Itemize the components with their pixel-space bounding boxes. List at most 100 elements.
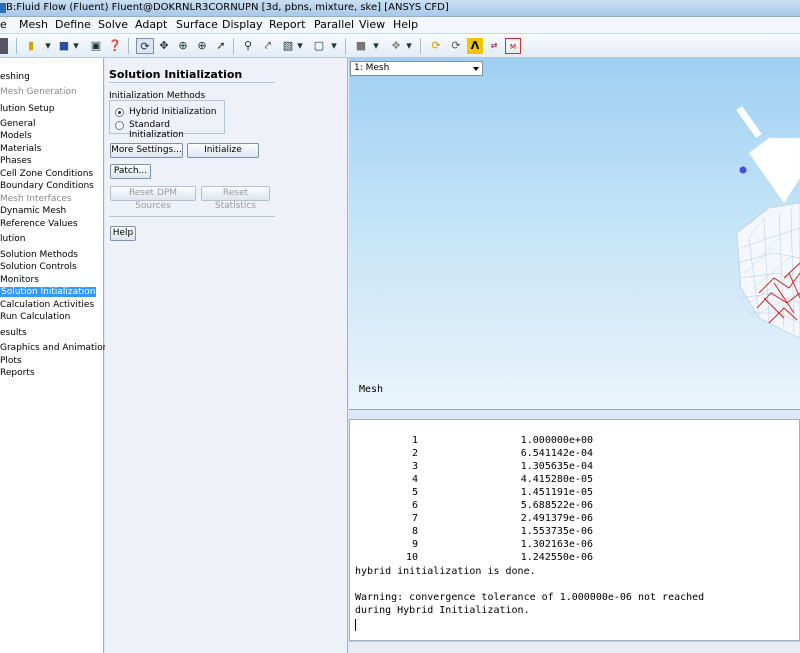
patch-button[interactable]: Patch...: [110, 164, 151, 179]
window-select[interactable]: 1: Mesh: [350, 61, 483, 76]
iteration-number: 1: [411, 435, 418, 446]
tree-item-monitors[interactable]: Monitors: [0, 275, 39, 285]
residual-value: 1.553735e-06: [520, 526, 593, 537]
table-row: 8 1.553735e-06: [350, 525, 593, 538]
help-button[interactable]: Help: [110, 226, 136, 241]
reset-statistics-button[interactable]: Reset Statistics: [201, 186, 270, 211]
dropdown-icon[interactable]: ▾: [297, 38, 303, 54]
reset-dpm-sources-button[interactable]: Reset DPM Sources: [110, 186, 196, 211]
menu-surface[interactable]: Surface: [176, 18, 218, 31]
menu-display[interactable]: Display: [222, 18, 263, 31]
menu-view[interactable]: View: [359, 18, 385, 31]
view-icon[interactable]: ▧: [280, 38, 296, 54]
tree-item-materials[interactable]: Materials: [0, 144, 41, 154]
tree-item-meshing[interactable]: eshing: [0, 72, 30, 82]
tree-item-solution-setup[interactable]: lution Setup: [0, 104, 55, 114]
graphics-window[interactable]: 1: Mesh Mesh: [349, 58, 800, 410]
dropdown-icon[interactable]: ▾: [373, 38, 379, 54]
menu-file[interactable]: e: [0, 18, 7, 31]
menu-mesh[interactable]: Mesh: [19, 18, 48, 31]
refresh-icon[interactable]: ⟳: [428, 38, 444, 54]
probe-icon[interactable]: ➚: [213, 38, 229, 54]
tree-item-graphics-and-animations[interactable]: Graphics and Animations: [0, 343, 113, 353]
tree-item-mesh-generation[interactable]: Mesh Generation: [0, 87, 77, 97]
iteration-number: 9: [411, 539, 418, 550]
console[interactable]: 1 1.000000e+00 2 6.541142e-04 3 1.305635e-0…: [349, 419, 800, 641]
horizontal-scrollbar[interactable]: [349, 641, 800, 653]
dropdown-icon[interactable]: ▾: [45, 38, 51, 54]
tree-item-solution-initialization[interactable]: Solution Initialization: [0, 287, 97, 297]
menu-adapt[interactable]: Adapt: [135, 18, 167, 31]
axes-icon[interactable]: ⤤: [260, 38, 276, 54]
help-icon[interactable]: ❓: [108, 38, 122, 54]
tree-item-plots[interactable]: Plots: [0, 356, 22, 366]
initialize-button[interactable]: Initialize: [187, 143, 259, 158]
tree-item-solution-controls[interactable]: Solution Controls: [0, 262, 77, 272]
new-icon[interactable]: [0, 38, 8, 54]
tree-item-phases[interactable]: Phases: [0, 156, 32, 166]
tree-item-models[interactable]: Models: [0, 131, 32, 141]
save-icon[interactable]: ■: [57, 38, 71, 54]
table-row: 1 1.000000e+00: [350, 434, 593, 447]
color-map-icon[interactable]: M: [505, 38, 521, 54]
tree-item-solution[interactable]: lution: [0, 234, 25, 244]
zoom-in-icon[interactable]: ⊕: [175, 38, 191, 54]
tree-item-mesh-interfaces[interactable]: Mesh Interfaces: [0, 194, 72, 204]
window-icon[interactable]: ▢: [312, 38, 326, 54]
menu-bar: e Mesh Define Solve Adapt Surface Displa…: [0, 17, 800, 34]
tree-item-dynamic-mesh[interactable]: Dynamic Mesh: [0, 206, 66, 216]
tree-item-boundary-conditions[interactable]: Boundary Conditions: [0, 181, 94, 191]
rotate-icon[interactable]: ⟳: [136, 38, 154, 54]
tree-item-cell-zone-conditions[interactable]: Cell Zone Conditions: [0, 169, 93, 179]
table-row: 4 4.415280e-05: [350, 473, 593, 486]
menu-report[interactable]: Report: [269, 18, 305, 31]
hybrid-radio[interactable]: [115, 108, 124, 117]
hybrid-label: Hybrid Initialization: [129, 107, 217, 117]
done-message: hybrid initialization is done.: [355, 566, 536, 577]
iteration-number: 3: [411, 461, 418, 472]
colormap-icon[interactable]: ⇄: [486, 38, 502, 54]
text-cursor: [355, 619, 356, 631]
dropdown-icon[interactable]: ▾: [406, 38, 412, 54]
menu-parallel[interactable]: Parallel: [314, 18, 354, 31]
tree-item-solution-methods[interactable]: Solution Methods: [0, 250, 78, 260]
title-bar: B:Fluid Flow (Fluent) Fluent@DOKRNLR3COR…: [0, 0, 800, 17]
window-select-value: 1: Mesh: [354, 63, 390, 73]
table-row: 2 6.541142e-04: [350, 447, 593, 460]
iteration-number: 4: [411, 474, 418, 485]
residual-table: 1 1.000000e+00 2 6.541142e-04 3 1.305635e-0…: [350, 434, 593, 564]
tree-item-calculation-activities[interactable]: Calculation Activities: [0, 300, 94, 310]
zoom-fit-icon[interactable]: ⊕: [194, 38, 210, 54]
tree-item-run-calculation[interactable]: Run Calculation: [0, 312, 70, 322]
table-row: 6 5.688522e-06: [350, 499, 593, 512]
panel-title: Solution Initialization: [109, 68, 243, 81]
tree-item-results[interactable]: esults: [0, 328, 27, 338]
dropdown-icon[interactable]: ▾: [331, 38, 337, 54]
tree-item-reference-values[interactable]: Reference Values: [0, 219, 78, 229]
display-icon[interactable]: ■: [353, 38, 369, 54]
table-row: 10 1.242550e-06: [350, 551, 593, 564]
title-divider: [109, 82, 275, 83]
table-row: 7 2.491379e-06: [350, 512, 593, 525]
residual-value: 2.491379e-06: [520, 513, 593, 524]
iteration-number: 10: [405, 552, 418, 563]
menu-solve[interactable]: Solve: [98, 18, 128, 31]
print-icon[interactable]: ▣: [88, 38, 104, 54]
residual-value: 1.000000e+00: [520, 435, 593, 446]
more-settings-button[interactable]: More Settings...: [110, 143, 183, 158]
open-icon[interactable]: ▮: [22, 38, 40, 54]
task-panel: Solution Initialization Initialization M…: [105, 58, 348, 653]
toolbar: ▮ ▾ ■ ▾ ▣ ❓ ⟳ ✥ ⊕ ⊕ ➚ ⚲ ⤤ ▧ ▾ ▢ ▾ ■ ▾ ❖ …: [0, 34, 800, 58]
pan-icon[interactable]: ✥: [156, 38, 172, 54]
menu-define[interactable]: Define: [55, 18, 91, 31]
menu-help[interactable]: Help: [393, 18, 418, 31]
zoom-box-icon[interactable]: ⚲: [240, 38, 256, 54]
lights-icon[interactable]: ❖: [388, 38, 404, 54]
tree-item-reports[interactable]: Reports: [0, 368, 35, 378]
dropdown-icon[interactable]: ▾: [73, 38, 79, 54]
standard-radio[interactable]: [115, 121, 124, 130]
tree-item-general[interactable]: General: [0, 119, 35, 129]
mesh-label: Mesh: [359, 384, 384, 395]
render-icon[interactable]: ⟳: [448, 38, 464, 54]
ansys-icon[interactable]: Λ: [467, 38, 483, 54]
